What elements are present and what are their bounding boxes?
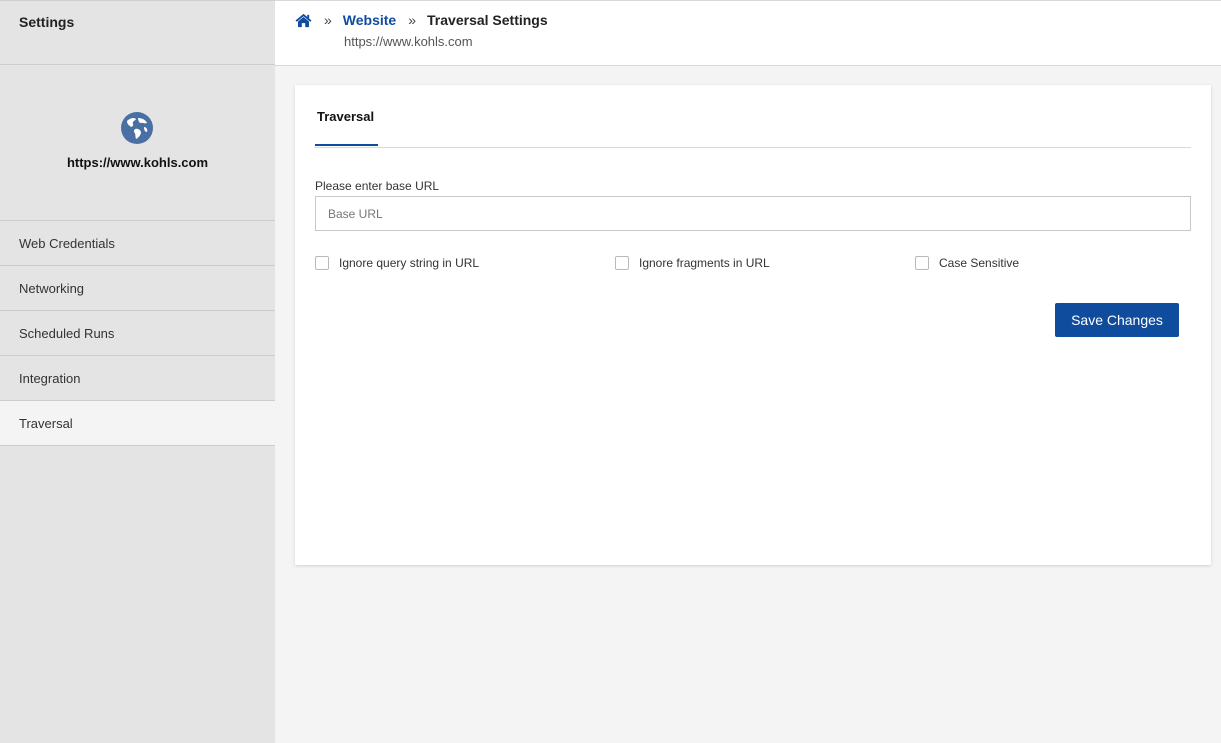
site-url: https://www.kohls.com	[66, 155, 209, 170]
tab-traversal[interactable]: Traversal	[315, 109, 378, 146]
tab-bar: Traversal	[315, 85, 1191, 148]
base-url-label: Please enter base URL	[315, 179, 440, 193]
sidebar-title: Settings	[0, 1, 275, 65]
settings-card: Traversal Please enter base URL Ignore q…	[295, 85, 1211, 565]
checkbox-box[interactable]	[615, 256, 629, 270]
breadcrumb: » Website » Traversal Settings	[295, 12, 548, 28]
page-title: Traversal Settings	[427, 12, 548, 28]
checkbox-box[interactable]	[915, 256, 929, 270]
page-subtitle: https://www.kohls.com	[344, 34, 473, 49]
sidebar-item-scheduled-runs[interactable]: Scheduled Runs	[0, 311, 275, 356]
sidebar-item-traversal[interactable]: Traversal	[0, 401, 275, 446]
case-sensitive-checkbox[interactable]: Case Sensitive	[915, 256, 1019, 270]
sidebar-item-integration[interactable]: Integration	[0, 356, 275, 401]
sidebar: Settings https://www.kohls.com Web Crede…	[0, 0, 275, 743]
site-summary: https://www.kohls.com	[0, 65, 275, 221]
checkbox-label: Ignore fragments in URL	[639, 256, 770, 270]
base-url-input[interactable]	[315, 196, 1191, 231]
checkbox-box[interactable]	[315, 256, 329, 270]
home-icon[interactable]	[295, 13, 312, 28]
breadcrumb-website-link[interactable]: Website	[343, 12, 396, 28]
save-changes-button[interactable]: Save Changes	[1055, 303, 1179, 337]
globe-icon	[121, 112, 153, 144]
checkbox-label: Case Sensitive	[939, 256, 1020, 270]
checkbox-label: Ignore query string in URL	[339, 256, 480, 270]
breadcrumb-separator: »	[324, 12, 332, 28]
breadcrumb-separator: »	[408, 12, 417, 28]
ignore-query-string-checkbox[interactable]: Ignore query string in URL	[315, 256, 479, 270]
ignore-fragments-checkbox[interactable]: Ignore fragments in URL	[615, 256, 770, 270]
sidebar-item-web-credentials[interactable]: Web Credentials	[0, 221, 275, 266]
page-header: » Website » Traversal Settings https://w…	[275, 0, 1221, 66]
sidebar-item-networking[interactable]: Networking	[0, 266, 275, 311]
